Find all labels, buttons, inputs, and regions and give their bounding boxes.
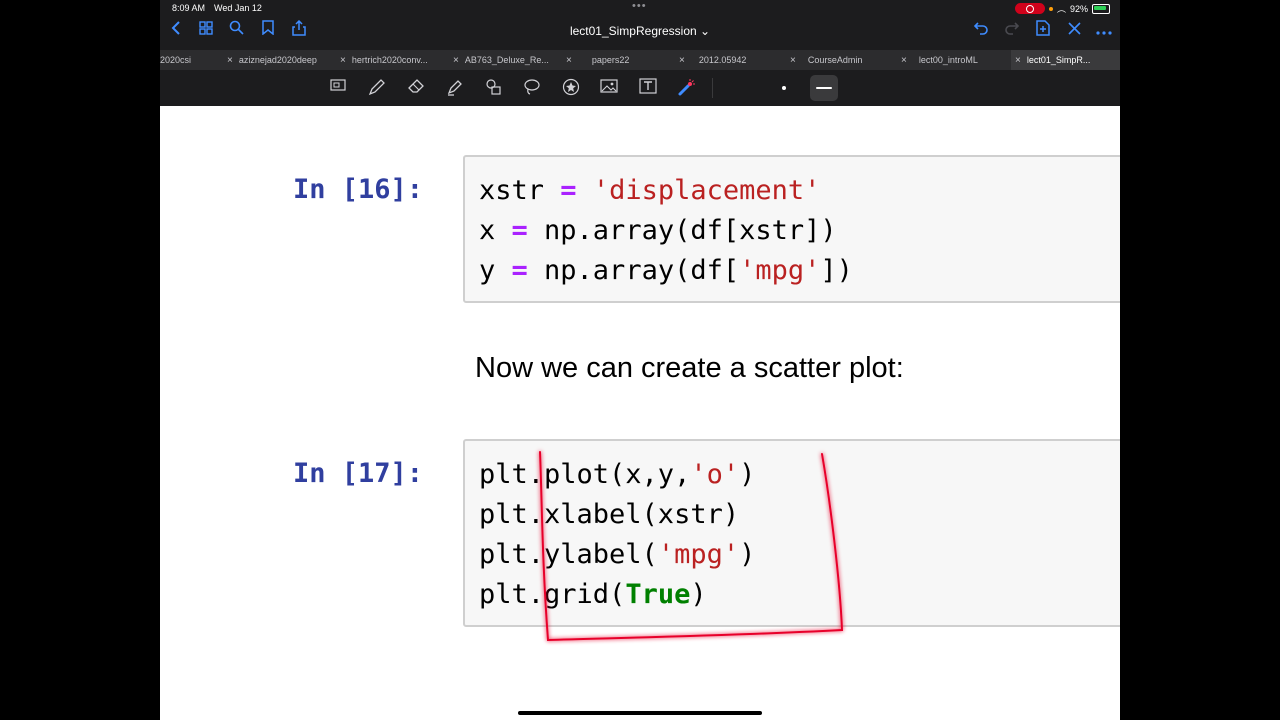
stroke-width-option[interactable] <box>782 86 786 90</box>
close-tab-icon[interactable]: × <box>679 55 685 66</box>
tab-label: hertrich2020conv... <box>351 55 428 65</box>
tab-hertrich2020conv[interactable]: × hertrich2020conv... <box>340 50 448 70</box>
tab-label: lect01_SimpR... <box>1026 55 1091 65</box>
tab-lect01-simpregression[interactable]: × lect01_SimpR... <box>1011 50 1120 70</box>
markdown-text: Now we can create a scatter plot: <box>475 352 904 384</box>
stroke-style-selected[interactable] <box>810 75 838 101</box>
tab-lect00-introml[interactable]: × lect00_introML <box>901 50 1011 70</box>
close-tab-icon[interactable]: × <box>1015 55 1021 66</box>
cell-prompt: In [16]: <box>293 174 424 205</box>
pen-icon[interactable] <box>367 78 387 98</box>
tab-aziznejad2020deep[interactable]: × aziznejad2020deep <box>227 50 335 70</box>
handwritten-bracket-annotation <box>539 451 844 642</box>
close-tab-icon[interactable]: × <box>566 55 572 66</box>
tab-papers22[interactable]: × papers22 <box>566 50 674 70</box>
code-token: ]) <box>820 255 853 286</box>
code-token-str: 'mpg' <box>739 255 821 286</box>
close-tab-icon[interactable]: × <box>901 55 907 66</box>
highlighter-icon[interactable] <box>445 78 465 98</box>
code-line: x = np.array(df[xstr]) <box>479 211 853 251</box>
more-icon[interactable] <box>1094 20 1114 42</box>
tab-courseadmin[interactable]: × CourseAdmin <box>790 50 898 70</box>
eraser-icon[interactable] <box>406 78 426 98</box>
tab-label: papers22 <box>591 55 630 65</box>
code-input[interactable]: xstr = 'displacement' x = np.array(df[xst… <box>479 171 853 291</box>
battery-percent: 92% <box>1069 3 1088 14</box>
textbox-icon[interactable] <box>638 78 658 98</box>
sticker-icon[interactable] <box>561 78 581 98</box>
tab-label: lect00_introML <box>918 55 978 65</box>
wifi-icon: ︵ <box>1056 4 1066 14</box>
code-token-op: = <box>511 215 528 246</box>
code-token: y <box>479 255 512 286</box>
close-tab-icon[interactable]: × <box>453 55 459 66</box>
code-token: x <box>479 215 512 246</box>
status-time: 8:09 AM <box>172 3 206 13</box>
top-bar: 8:09 AM Wed Jan 12 ••• ︵ 92% lect01_Simp… <box>160 0 1120 50</box>
close-tab-icon[interactable]: × <box>340 55 346 66</box>
redo-icon[interactable] <box>1002 20 1022 42</box>
home-indicator[interactable] <box>518 711 762 715</box>
tab-label: 2012.05942 <box>698 55 747 65</box>
close-edit-icon[interactable] <box>1064 20 1084 42</box>
laser-pointer-icon[interactable] <box>676 78 696 98</box>
code-token-op: = <box>511 255 528 286</box>
tab-2020csi[interactable]: 2020csi <box>160 50 220 70</box>
code-token: np.array(df[ <box>527 255 740 286</box>
tab-ab763[interactable]: × AB763_Deluxe_Re... <box>453 50 561 70</box>
tab-label: CourseAdmin <box>807 55 863 65</box>
status-date: Wed Jan 12 <box>214 3 262 13</box>
close-tab-icon[interactable]: × <box>227 55 233 66</box>
code-token: np.array(df[xstr]) <box>527 215 837 246</box>
ipad-screen: 8:09 AM Wed Jan 12 ••• ︵ 92% lect01_Simp… <box>160 0 1120 720</box>
tab-label: AB763_Deluxe_Re... <box>464 55 549 65</box>
undo-icon[interactable] <box>971 20 991 42</box>
multitasking-dots[interactable]: ••• <box>632 0 647 12</box>
battery-icon <box>1092 3 1110 14</box>
screen-recording-icon[interactable] <box>1014 3 1045 14</box>
code-line: y = np.array(df['mpg']) <box>479 251 853 291</box>
annotation-toolbar <box>160 70 1120 106</box>
tab-label: 2020csi <box>160 55 192 65</box>
tab-label: aziznejad2020deep <box>238 55 317 65</box>
code-token: xstr <box>479 175 561 206</box>
image-icon[interactable] <box>599 78 619 98</box>
close-tab-icon[interactable]: × <box>790 55 796 66</box>
add-page-icon[interactable] <box>1033 20 1053 43</box>
status-indicators: ︵ 92% <box>1014 2 1110 15</box>
code-line: xstr = 'displacement' <box>479 171 853 211</box>
code-token-str: 'displacement' <box>592 175 821 206</box>
tab-2012-05942[interactable]: × 2012.05942 <box>679 50 787 70</box>
shapes-icon[interactable] <box>483 78 503 98</box>
mic-in-use-icon <box>1048 6 1053 11</box>
code-cell[interactable]: xstr = 'displacement' x = np.array(df[xst… <box>463 155 1120 303</box>
lasso-icon[interactable] <box>522 78 542 98</box>
toolbar-divider <box>712 78 713 98</box>
cell-prompt: In [17]: <box>293 458 424 489</box>
document-tab-strip: 2020csi × aziznejad2020deep × hertrich2020… <box>160 50 1120 70</box>
scan-icon[interactable] <box>328 78 348 98</box>
code-token-op: = <box>560 175 577 206</box>
